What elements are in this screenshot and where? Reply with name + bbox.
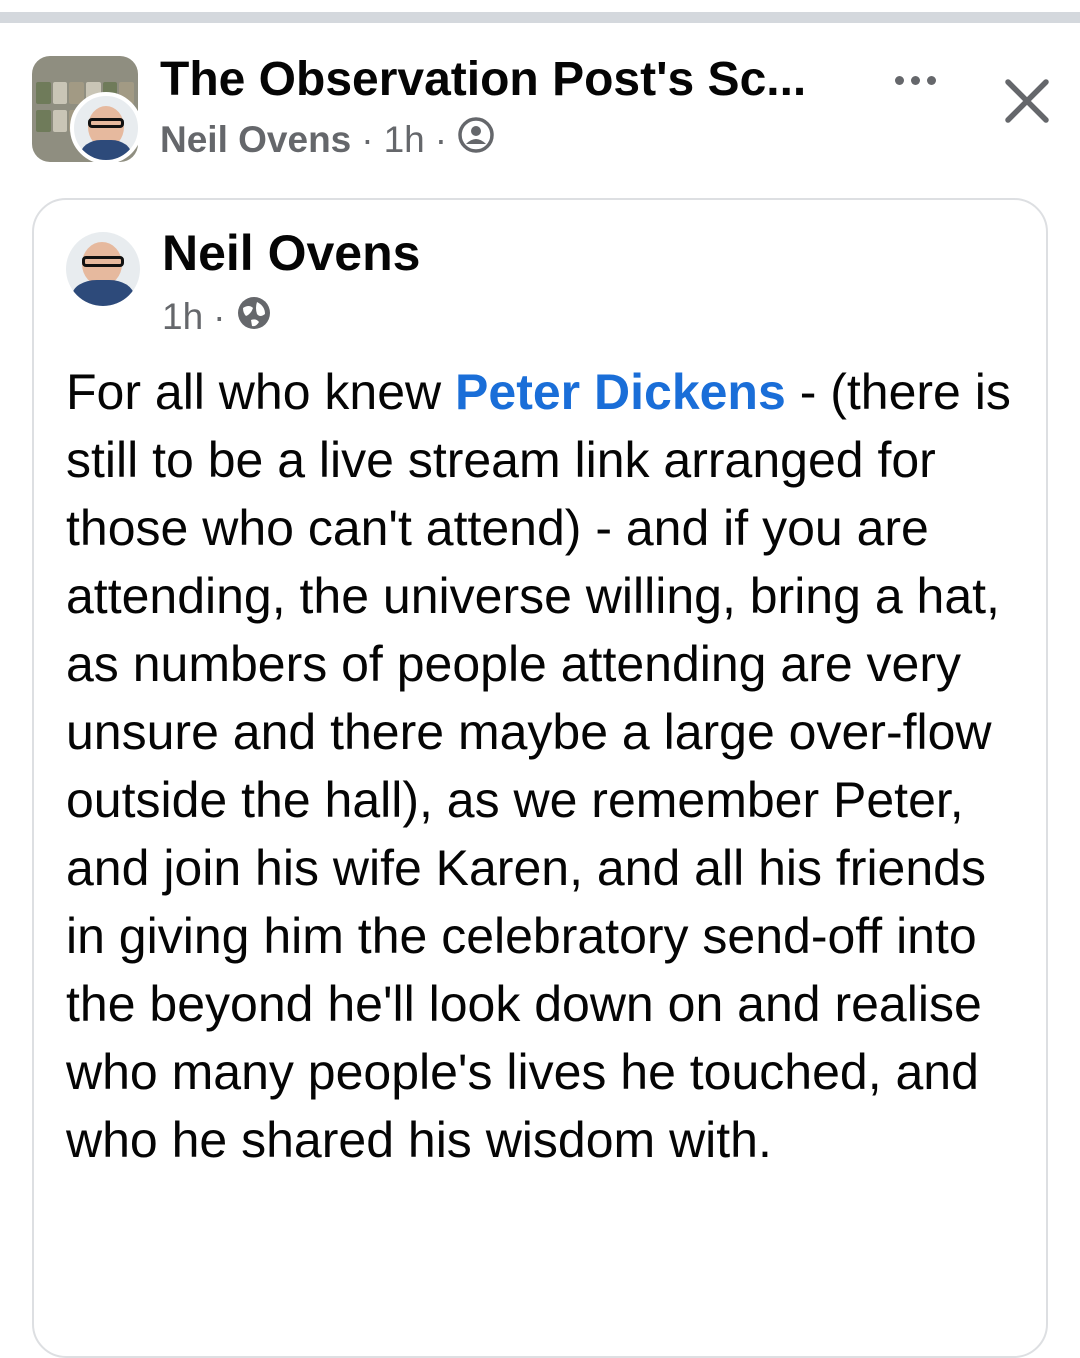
mention-link[interactable]: Peter Dickens	[455, 364, 786, 420]
close-button[interactable]	[998, 72, 1056, 130]
post-body: For all who knew Peter Dickens - (there …	[66, 358, 1036, 1174]
author-name[interactable]: Neil Ovens	[160, 118, 351, 162]
meta-separator: ·	[213, 296, 226, 337]
more-options-button[interactable]	[880, 60, 950, 100]
meta-separator: ·	[361, 119, 374, 160]
globe-icon	[235, 294, 273, 341]
post-author-name[interactable]: Neil Ovens	[162, 222, 420, 284]
glasses	[82, 256, 124, 267]
header-meta: Neil Ovens · 1h ·	[160, 116, 495, 164]
post-header: The Observation Post's Sc... Neil Ovens …	[0, 24, 1080, 184]
group-members-icon	[457, 116, 495, 164]
more-dots-icon	[894, 75, 904, 85]
glasses	[88, 118, 124, 128]
post-meta: 1h ·	[162, 292, 273, 342]
shared-post-card: Neil Ovens 1h · For all who knew Peter D…	[32, 198, 1048, 1358]
close-icon	[1005, 79, 1049, 123]
author-avatar[interactable]	[70, 92, 142, 164]
post-author-avatar[interactable]	[66, 232, 140, 306]
divider	[0, 12, 1080, 23]
status-strip	[0, 0, 1080, 24]
post-time[interactable]: 1h	[384, 118, 425, 162]
meta-separator: ·	[434, 119, 448, 160]
post-time[interactable]: 1h	[162, 296, 203, 338]
post-text-start: For all who knew	[66, 364, 456, 420]
group-title[interactable]: The Observation Post's Sc...	[160, 52, 850, 108]
post-text-rest: - (there is still to be a live stream li…	[66, 364, 1011, 1168]
